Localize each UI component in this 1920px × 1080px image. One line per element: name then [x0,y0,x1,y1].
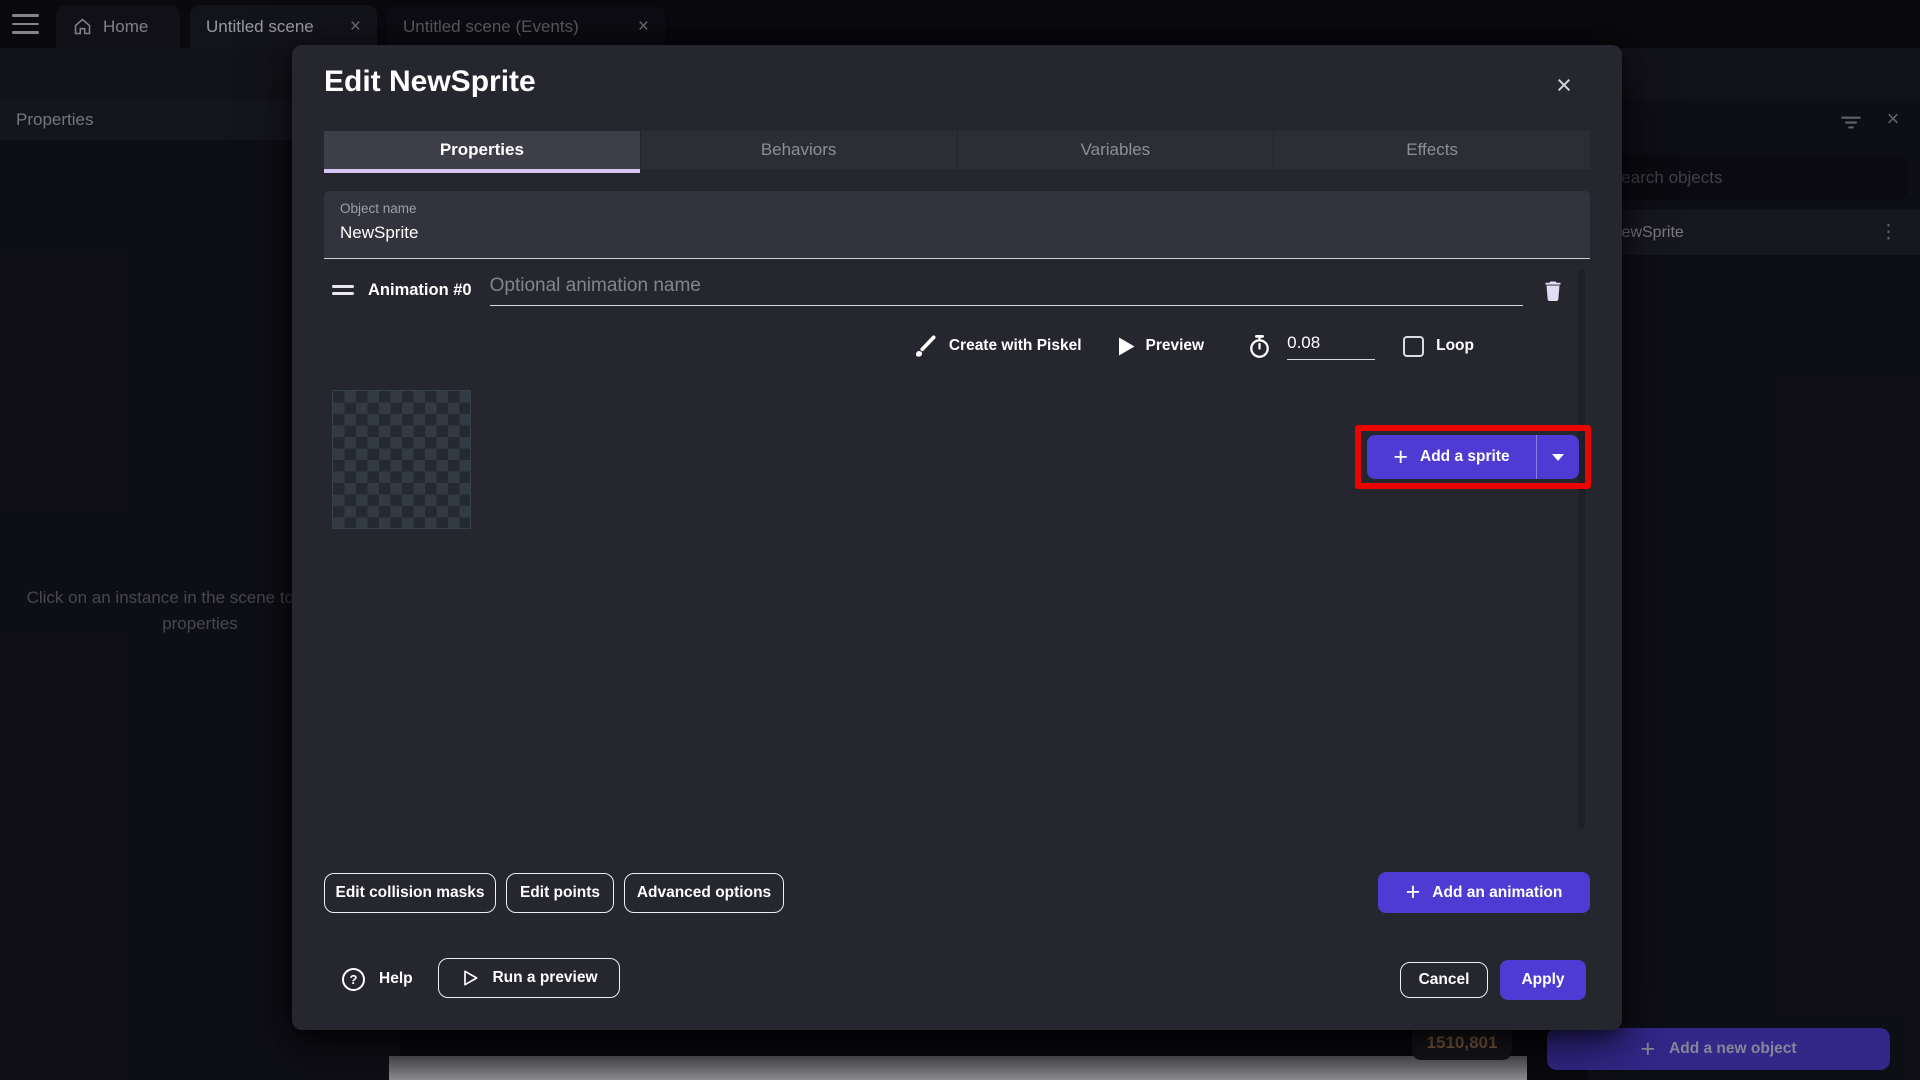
edit-sprite-dialog: Edit NewSprite × Properties Behaviors Va… [292,45,1622,1030]
chevron-down-icon [1552,454,1564,461]
brush-icon [912,333,938,359]
add-an-animation-button[interactable]: + Add an animation [1378,872,1590,913]
object-name-field[interactable]: Object name [324,191,1590,259]
edit-points-button[interactable]: Edit points [506,873,614,913]
object-name-input[interactable] [340,223,1574,243]
animation-name-input[interactable] [490,275,1523,306]
sprite-frame-thumbnail[interactable] [332,390,471,529]
help-label: Help [379,970,413,988]
time-between-frames-input[interactable] [1287,333,1375,360]
drag-handle-icon[interactable] [332,285,354,295]
loop-checkbox[interactable] [1403,336,1424,357]
dialog-scrollbar[interactable] [1578,269,1585,829]
plus-icon: + [1393,445,1408,470]
play-icon [1118,337,1135,356]
cancel-button[interactable]: Cancel [1400,962,1488,998]
tab-properties[interactable]: Properties [324,131,641,169]
tab-behaviors[interactable]: Behaviors [641,131,958,169]
delete-animation-icon[interactable] [1541,277,1565,303]
object-name-field-label: Object name [340,201,1574,216]
app-screen: Home Untitled scene × Untitled scene (Ev… [0,0,1920,1080]
apply-button[interactable]: Apply [1500,960,1586,1000]
plus-icon: + [1406,880,1421,905]
animation-row: Animation #0 [324,269,1590,311]
loop-label: Loop [1436,337,1474,355]
create-with-piskel-label: Create with Piskel [949,337,1082,355]
stopwatch-icon [1246,333,1273,360]
add-a-sprite-dropdown[interactable] [1537,435,1579,479]
dialog-title: Edit NewSprite [324,65,536,99]
edit-collision-masks-button[interactable]: Edit collision masks [324,873,496,913]
preview-button[interactable]: Preview [1118,337,1205,356]
run-a-preview-button[interactable]: Run a preview [438,958,620,998]
create-with-piskel-button[interactable]: Create with Piskel [912,333,1082,359]
loop-field: Loop [1403,336,1474,357]
add-a-sprite-main[interactable]: + Add a sprite [1367,435,1537,479]
advanced-options-button[interactable]: Advanced options [624,873,784,913]
time-between-frames-field [1246,333,1375,360]
preview-label: Preview [1146,337,1205,355]
tab-effects[interactable]: Effects [1274,131,1590,169]
tab-variables[interactable]: Variables [958,131,1275,169]
add-an-animation-label: Add an animation [1432,884,1562,902]
animation-label: Animation #0 [368,281,472,300]
play-outline-icon [460,968,480,988]
help-icon: ? [342,968,365,991]
run-a-preview-label: Run a preview [492,969,597,987]
add-a-sprite-label: Add a sprite [1420,448,1510,466]
close-icon[interactable]: × [1548,69,1580,101]
animation-controls-row: Create with Piskel Preview Loop [324,323,1474,369]
add-a-sprite-button[interactable]: + Add a sprite [1367,435,1579,479]
help-button[interactable]: ? Help [342,965,413,993]
dialog-tab-strip: Properties Behaviors Variables Effects [324,131,1590,169]
